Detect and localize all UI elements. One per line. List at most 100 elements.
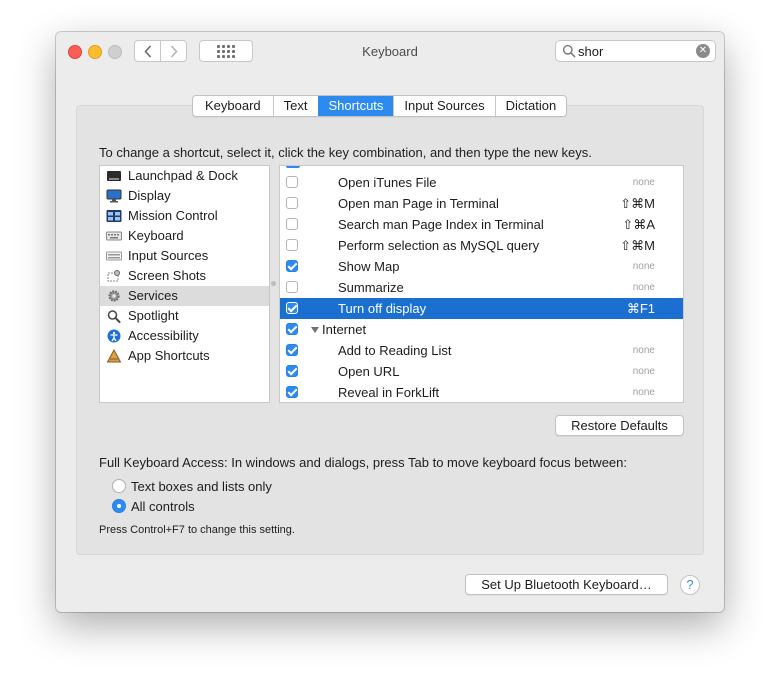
shortcut-label: Open URL — [338, 364, 400, 379]
category-label: App Shortcuts — [128, 348, 210, 363]
category-keyboard[interactable]: Keyboard — [100, 226, 269, 246]
shortcut-key[interactable]: ⌘F1 — [627, 301, 655, 317]
split-view-handle[interactable] — [271, 281, 276, 286]
gear-icon — [106, 289, 122, 303]
clear-search-icon[interactable]: ✕ — [696, 44, 710, 58]
accessibility-icon — [106, 329, 122, 343]
shortcut-checkbox[interactable] — [286, 344, 298, 356]
shortcut-key[interactable]: none — [633, 345, 655, 356]
restore-defaults-button[interactable]: Restore Defaults — [555, 415, 684, 436]
group-checkbox[interactable] — [286, 323, 298, 335]
shortcut-label: Turn off display — [338, 301, 427, 316]
tab-shortcuts[interactable]: Shortcuts — [317, 96, 394, 116]
category-accessibility[interactable]: Accessibility — [100, 326, 269, 346]
shortcut-checkbox[interactable] — [286, 218, 298, 230]
shortcut-checkbox[interactable] — [286, 365, 298, 377]
shortcut-label: Reveal in ForkLift — [338, 385, 440, 400]
shortcut-label: Summarize — [338, 280, 404, 295]
partial-row-checkbox — [286, 166, 300, 168]
shortcut-label: Perform selection as MySQL query — [338, 238, 540, 253]
shortcut-checkbox[interactable] — [286, 386, 298, 398]
category-label: Accessibility — [128, 328, 199, 343]
category-label: Spotlight — [128, 308, 179, 323]
group-label: Internet — [322, 322, 367, 337]
category-input-sources[interactable]: Input Sources — [100, 246, 269, 266]
shortcut-key[interactable]: none — [633, 387, 655, 398]
category-label: Input Sources — [128, 248, 209, 263]
shortcut-checkbox[interactable] — [286, 176, 298, 188]
screenshot-icon — [106, 269, 122, 283]
shortcut-checkbox[interactable] — [286, 197, 298, 209]
category-launchpad-dock[interactable]: Launchpad & Dock — [100, 166, 269, 186]
shortcut-key[interactable]: none — [633, 282, 655, 293]
shortcut-checkbox[interactable] — [286, 302, 298, 314]
spotlight-icon — [106, 309, 122, 323]
shortcut-checkbox[interactable] — [286, 239, 298, 251]
shortcut-checkbox[interactable] — [286, 281, 298, 293]
shortcut-key[interactable]: none — [633, 177, 655, 188]
category-label: Services — [128, 288, 178, 303]
search-icon — [562, 44, 576, 58]
radio-button[interactable] — [112, 479, 126, 493]
shortcut-checkbox[interactable] — [286, 260, 298, 272]
category-list[interactable]: Launchpad & Dock Display Mission Control… — [99, 165, 270, 403]
radio-button[interactable] — [112, 499, 126, 513]
shortcut-row-selected[interactable]: Turn off display ⌘F1 — [280, 298, 683, 319]
instructions-text: To change a shortcut, select it, click t… — [99, 145, 592, 160]
tab-bar: Keyboard Text Shortcuts Input Sources Di… — [192, 95, 568, 117]
full-keyboard-access-label: Full Keyboard Access: In windows and dia… — [99, 455, 627, 470]
shortcut-row[interactable]: Search man Page Index in Terminal ⇧⌘A — [280, 214, 683, 235]
keyboard-access-note: Press Control+F7 to change this setting. — [99, 524, 295, 536]
category-app-shortcuts[interactable]: App Shortcuts — [100, 346, 269, 366]
title-bar: Keyboard ✕ — [56, 32, 724, 70]
shortcut-key[interactable]: ⇧⌘M — [620, 196, 655, 212]
category-screen-shots[interactable]: Screen Shots — [100, 266, 269, 286]
shortcut-label: Search man Page Index in Terminal — [338, 217, 544, 232]
shortcut-row[interactable]: Reveal in ForkLift none — [280, 382, 683, 402]
category-label: Keyboard — [128, 228, 184, 243]
shortcut-label: Show Map — [338, 259, 400, 274]
app-shortcuts-icon — [106, 349, 122, 363]
tab-dictation[interactable]: Dictation — [494, 96, 567, 116]
shortcut-list[interactable]: Open iTunes File none Open man Page in T… — [279, 165, 684, 403]
shortcut-key[interactable]: ⇧⌘M — [620, 238, 655, 254]
input-sources-icon — [106, 249, 122, 263]
search-field[interactable]: ✕ — [555, 40, 716, 62]
shortcut-row[interactable]: Summarize none — [280, 277, 683, 298]
search-input[interactable] — [578, 43, 688, 59]
shortcut-label: Open man Page in Terminal — [338, 196, 499, 211]
setup-bluetooth-keyboard-button[interactable]: Set Up Bluetooth Keyboard… — [465, 574, 668, 595]
category-label: Display — [128, 188, 171, 203]
shortcut-key[interactable]: ⇧⌘A — [622, 217, 655, 233]
mission-control-icon — [106, 209, 122, 223]
disclosure-triangle-icon[interactable] — [311, 327, 319, 333]
shortcut-row[interactable]: Open URL none — [280, 361, 683, 382]
shortcut-key[interactable]: none — [633, 366, 655, 377]
shortcut-label: Add to Reading List — [338, 343, 452, 358]
shortcut-row[interactable]: Open iTunes File none — [280, 172, 683, 193]
keyboard-icon — [106, 229, 122, 243]
category-label: Launchpad & Dock — [128, 168, 238, 183]
shortcut-group-row[interactable]: Internet — [280, 319, 683, 340]
shortcut-key[interactable]: none — [633, 261, 655, 272]
shortcut-row[interactable]: Add to Reading List none — [280, 340, 683, 361]
category-label: Screen Shots — [128, 268, 207, 283]
tab-keyboard[interactable]: Keyboard — [193, 96, 273, 116]
category-services[interactable]: Services — [100, 286, 269, 306]
shortcut-row[interactable]: Show Map none — [280, 256, 683, 277]
launchpad-icon — [106, 169, 122, 183]
category-display[interactable]: Display — [100, 186, 269, 206]
category-mission-control[interactable]: Mission Control — [100, 206, 269, 226]
shortcut-row[interactable]: Perform selection as MySQL query ⇧⌘M — [280, 235, 683, 256]
shortcut-row[interactable]: Open man Page in Terminal ⇧⌘M — [280, 193, 683, 214]
shortcut-label: Open iTunes File — [338, 175, 437, 190]
category-label: Mission Control — [128, 208, 218, 223]
category-spotlight[interactable]: Spotlight — [100, 306, 269, 326]
tab-text[interactable]: Text — [272, 96, 318, 116]
display-icon — [106, 189, 122, 203]
tab-input-sources[interactable]: Input Sources — [393, 96, 494, 116]
help-button[interactable]: ? — [680, 575, 700, 595]
radio-label: All controls — [131, 499, 195, 514]
radio-label: Text boxes and lists only — [131, 479, 272, 494]
keyboard-preferences-window: Keyboard ✕ Keyboard Text Shortcuts Input… — [56, 32, 724, 612]
